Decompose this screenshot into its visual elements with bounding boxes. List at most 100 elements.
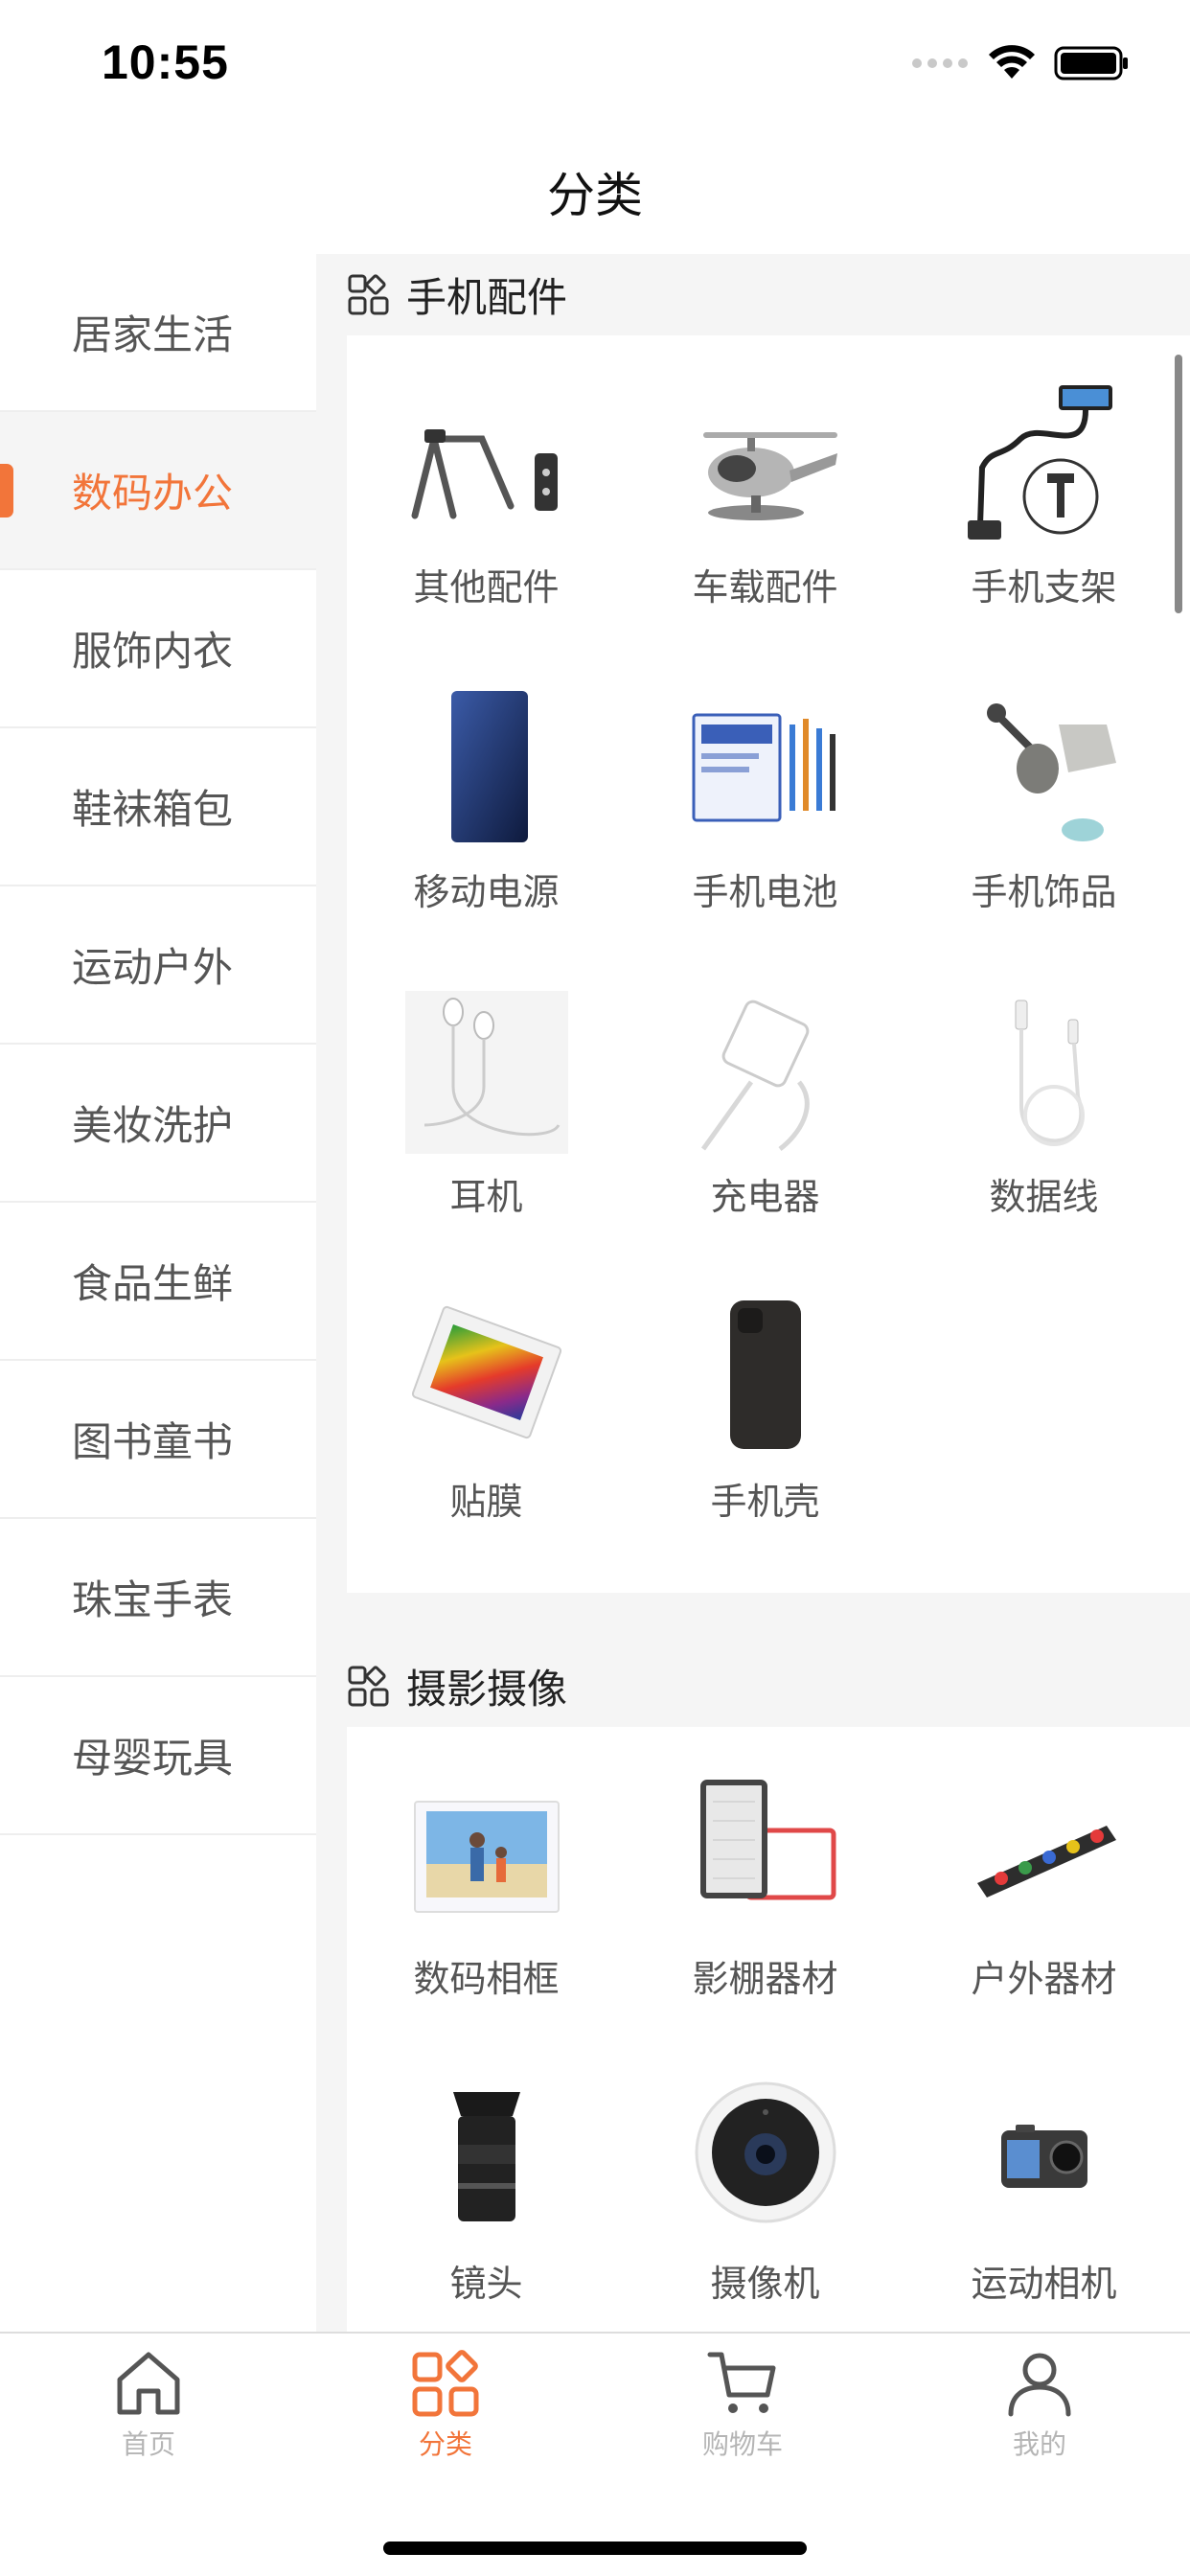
product-category-item[interactable]: 手机壳	[626, 1269, 904, 1574]
category-grid-icon	[348, 1665, 389, 1706]
sidebar-item-label: 珠宝手表	[72, 1576, 234, 1623]
phone-case-image	[684, 1296, 847, 1459]
item-label: 手机壳	[710, 1481, 820, 1523]
item-label: 数码相框	[413, 1958, 560, 2000]
product-category-item[interactable]: 贴膜	[347, 1269, 626, 1574]
product-category-item[interactable]: 手机饰品	[904, 659, 1183, 964]
product-category-item[interactable]: 摄像机	[626, 2051, 904, 2332]
led-panel-image	[684, 1773, 847, 1936]
product-category-item[interactable]: 数据线	[904, 964, 1183, 1269]
section-body-phone-accessories: 其他配件 车载配件 手机支架 移动电源 手机电池 手机饰品 耳机 充电器 数据线…	[347, 335, 1190, 1593]
item-label: 移动电源	[413, 871, 560, 913]
tab-label: 首页	[121, 2428, 175, 2460]
car-ornament-image	[684, 381, 847, 544]
charger-image	[684, 991, 847, 1154]
category-sidebar: 居家生活 数码办公 服饰内衣 鞋袜箱包 运动户外 美妆洗护 食品生鲜 图书童书	[0, 254, 316, 2332]
photo-frame-image	[405, 1773, 568, 1936]
phone-stand-accessory-image	[405, 381, 568, 544]
section-title: 手机配件	[406, 274, 568, 321]
sidebar-item-beauty[interactable]: 美妆洗护	[0, 1045, 316, 1203]
sidebar-item-books[interactable]: 图书童书	[0, 1361, 316, 1519]
webcam-image	[684, 2078, 847, 2241]
section-body-photography: 数码相框 影棚器材 户外器材 镜头 摄像机 运动相机	[347, 1727, 1190, 2332]
gooseneck-holder-image	[963, 381, 1126, 544]
sidebar-item-jewelry[interactable]: 珠宝手表	[0, 1519, 316, 1677]
app-root: 10:55 分类 居家生活 数码办公 服饰内衣 鞋袜箱包 运动户外 美妆洗护 食…	[0, 0, 1190, 2576]
item-label: 充电器	[710, 1176, 820, 1218]
earphones-image	[404, 991, 568, 1154]
wifi-icon	[989, 45, 1035, 79]
item-label: 数据线	[989, 1176, 1099, 1218]
item-label: 车载配件	[692, 566, 838, 609]
screen-film-image	[405, 1296, 568, 1459]
product-category-item[interactable]: 户外器材	[904, 1746, 1183, 2051]
battery-icon	[1054, 46, 1128, 80]
sidebar-item-apparel[interactable]: 服饰内衣	[0, 570, 316, 728]
lens-image	[405, 2078, 568, 2241]
product-category-item[interactable]: 车载配件	[626, 355, 904, 659]
sidebar-item-digital-office[interactable]: 数码办公	[0, 412, 316, 570]
cart-icon	[707, 2352, 776, 2413]
item-label: 手机支架	[971, 566, 1117, 609]
section-title: 摄影摄像	[406, 1666, 568, 1713]
nav-bar: 分类	[0, 129, 1190, 254]
power-bank-image	[405, 686, 568, 849]
tab-profile[interactable]: 我的	[944, 2345, 1135, 2462]
product-category-item[interactable]: 其他配件	[347, 355, 626, 659]
product-category-item[interactable]: 耳机	[347, 964, 626, 1269]
sidebar-item-home-living[interactable]: 居家生活	[0, 254, 316, 412]
sidebar-item-label: 数码办公	[72, 470, 234, 517]
sidebar-item-label: 居家生活	[72, 311, 234, 358]
sidebar-item-label: 服饰内衣	[72, 628, 234, 675]
active-indicator	[0, 463, 13, 518]
item-label: 户外器材	[971, 1958, 1117, 2000]
tab-category[interactable]: 分类	[350, 2345, 541, 2462]
page-title: 分类	[547, 168, 643, 223]
item-label: 影棚器材	[692, 1958, 838, 2000]
signal-icon	[912, 58, 968, 68]
product-category-item[interactable]: 镜头	[347, 2051, 626, 2332]
item-label: 手机饰品	[971, 871, 1117, 913]
item-label: 耳机	[449, 1176, 523, 1218]
category-content[interactable]: 手机配件 其他配件 车载配件 手机支架 移动电源 手机电池 手机饰品 耳机 充电…	[316, 254, 1190, 2332]
product-category-item[interactable]: 充电器	[626, 964, 904, 1269]
tab-bar: 首页 分类 购物车 我的	[0, 2332, 1190, 2576]
sidebar-item-label: 图书童书	[72, 1418, 234, 1465]
tab-label: 我的	[1012, 2428, 1066, 2460]
sidebar-item-baby-toys[interactable]: 母婴玩具	[0, 1677, 316, 1835]
product-category-item[interactable]: 数码相框	[347, 1746, 626, 2051]
sidebar-item-label: 美妆洗护	[72, 1102, 234, 1149]
product-category-item[interactable]: 手机支架	[904, 355, 1183, 659]
sidebar-item-food[interactable]: 食品生鲜	[0, 1203, 316, 1361]
item-label: 贴膜	[449, 1481, 523, 1523]
product-category-item[interactable]: 手机电池	[626, 659, 904, 964]
tab-cart[interactable]: 购物车	[647, 2345, 838, 2462]
home-indicator	[383, 2542, 807, 2555]
category-icon	[412, 2350, 479, 2417]
battery-kit-image	[684, 686, 847, 849]
home-icon	[117, 2352, 180, 2415]
product-category-item[interactable]: 移动电源	[347, 659, 626, 964]
sidebar-item-sports-outdoor[interactable]: 运动户外	[0, 886, 316, 1045]
tab-home[interactable]: 首页	[53, 2345, 244, 2462]
status-time: 10:55	[102, 35, 229, 89]
item-label: 摄像机	[710, 2263, 820, 2305]
sidebar-item-label: 鞋袜箱包	[72, 786, 234, 833]
product-category-item[interactable]: 影棚器材	[626, 1746, 904, 2051]
section-header-phone-accessories: 手机配件	[316, 254, 1190, 335]
data-cable-image	[963, 991, 1126, 1154]
scrollbar[interactable]	[1175, 355, 1182, 613]
sidebar-item-shoes-bags[interactable]: 鞋袜箱包	[0, 728, 316, 886]
item-label: 其他配件	[413, 566, 560, 609]
outdoor-board-image	[963, 1773, 1126, 1936]
item-label: 手机电池	[692, 871, 838, 913]
tab-label: 分类	[418, 2428, 472, 2460]
sidebar-item-label: 运动户外	[72, 944, 234, 991]
tab-label: 购物车	[701, 2428, 783, 2460]
category-grid-icon	[348, 273, 389, 314]
item-label: 镜头	[449, 2263, 523, 2305]
user-icon	[1008, 2353, 1071, 2417]
status-bar: 10:55	[0, 0, 1190, 129]
product-category-item[interactable]: 运动相机	[904, 2051, 1183, 2332]
